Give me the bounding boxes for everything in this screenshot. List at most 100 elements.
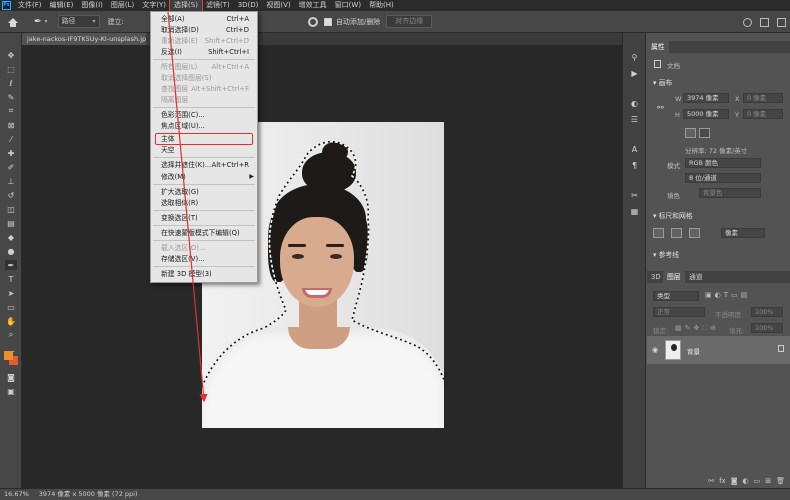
canvas-area[interactable] [22, 45, 622, 488]
menu-item-focus-area[interactable]: 焦点区域(U)... [151, 121, 257, 131]
guides-section-title[interactable]: ▾ 参考线 [653, 249, 679, 259]
checkbox-icon[interactable] [323, 17, 332, 26]
x-field[interactable]: 0 像素 [743, 93, 783, 103]
path-select-icon[interactable]: ➤ [5, 288, 17, 298]
menu-window[interactable]: 窗口(W) [331, 0, 365, 11]
hand-tool-icon[interactable]: ✋ [5, 316, 17, 326]
menu-item-quick-mask[interactable]: 在快速蒙版模式下编辑(Q) [151, 228, 257, 238]
shape-tool-icon[interactable]: ▭ [5, 302, 17, 312]
layer-kind-filter[interactable]: 类型 [653, 291, 699, 301]
menu-item-deselect-layers[interactable]: 取消选择图层(S) [151, 73, 257, 83]
chevron-down-icon[interactable]: ▾ [45, 18, 48, 25]
menu-view[interactable]: 视图(V) [262, 0, 294, 11]
menu-item-similar[interactable]: 选取相似(R) [151, 198, 257, 208]
lasso-tool-icon[interactable]: ℓ [5, 78, 17, 88]
fill-select[interactable]: 背景色 [699, 188, 761, 198]
brush-tool-icon[interactable]: ✐ [5, 162, 17, 172]
eye-icon[interactable]: ◉ [652, 346, 658, 354]
menu-item-load-selection[interactable]: 载入选区(O)... [151, 243, 257, 253]
move-tool-icon[interactable]: ✥ [5, 50, 17, 60]
healing-brush-icon[interactable]: ✚ [5, 148, 17, 158]
workspace-icon[interactable] [760, 17, 769, 27]
styles-icon[interactable]: ☰ [629, 115, 640, 125]
rulers-grids-section-title[interactable]: ▾ 标尺和网格 [653, 210, 693, 220]
menu-help[interactable]: 帮助(H) [365, 0, 398, 11]
menu-item-find-layers[interactable]: 查找图层 Alt+Shift+Ctrl+F [151, 84, 257, 94]
quick-select-tool-icon[interactable]: ✎ [5, 92, 17, 102]
filter-icons[interactable]: ▣◐T▭▤ [705, 291, 750, 299]
menu-item-color-range[interactable]: 色彩范围(C)... [151, 110, 257, 120]
actions-icon[interactable]: ▶ [629, 69, 640, 79]
tab-channels[interactable]: 通道 [685, 271, 707, 283]
dodge-tool-icon[interactable]: ● [5, 246, 17, 256]
menu-image[interactable]: 图像(I) [77, 0, 107, 11]
width-field[interactable]: 3974 像素 [683, 93, 729, 103]
menu-item-isolate-layers[interactable]: 隔离图层 [151, 95, 257, 105]
blur-tool-icon[interactable]: ◆ [5, 232, 17, 242]
menu-file[interactable]: 文件(F) [14, 0, 46, 11]
tool-presets-icon[interactable]: ✂ [629, 191, 640, 201]
menu-item-grow[interactable]: 扩大选取(G) [151, 187, 257, 197]
menu-filter[interactable]: 滤镜(T) [202, 0, 234, 11]
ruler-icon[interactable] [653, 228, 664, 238]
gear-icon[interactable] [307, 16, 318, 27]
foreground-color-swatch[interactable] [4, 351, 13, 360]
blend-mode-select[interactable]: 正常 [653, 307, 705, 317]
menu-type[interactable]: 文字(Y) [138, 0, 170, 11]
eyedropper-tool-icon[interactable]: ⁄ [5, 134, 17, 144]
mode-select[interactable]: RGB 颜色 [685, 158, 761, 168]
marquee-tool-icon[interactable]: ⬚ [5, 64, 17, 74]
clone-stamp-icon[interactable]: ⊥ [5, 176, 17, 186]
menu-item-select-and-mask[interactable]: 选择并遮住(K)... Alt+Ctrl+R [151, 160, 257, 170]
link-icon[interactable]: ⚯ [657, 103, 664, 112]
mask-icon[interactable]: ◙ [731, 477, 738, 485]
gradient-tool-icon[interactable]: ▤ [5, 218, 17, 228]
history-icon[interactable]: ⚲ [629, 53, 640, 63]
menu-select[interactable]: 选择(S) [169, 0, 203, 12]
pen-tool-icon[interactable]: ✒ [5, 260, 17, 270]
menu-edit[interactable]: 编辑(E) [46, 0, 78, 11]
home-icon[interactable] [8, 17, 18, 27]
path-mode-select[interactable]: 路径 ▾ [57, 15, 100, 28]
menu-3d[interactable]: 3D(D) [234, 0, 263, 11]
lock-icons[interactable]: ▦✎✥⛶⊕ [675, 324, 719, 333]
guides-icon[interactable] [689, 228, 700, 238]
share-icon[interactable] [777, 17, 786, 27]
quick-mask-icon[interactable]: ◙ [5, 372, 17, 382]
opacity-field[interactable]: 100% [751, 307, 783, 317]
menu-layer[interactable]: 图层(L) [107, 0, 138, 11]
fx-icon[interactable]: fx [719, 477, 726, 485]
paragraph-icon[interactable]: ¶ [629, 161, 640, 171]
tab-3d[interactable]: 3D [647, 271, 665, 283]
ruler-unit-select[interactable]: 像素 [721, 228, 765, 238]
menu-item-modify[interactable]: 修改(M) ▶ [151, 172, 257, 182]
trash-icon[interactable]: 🗑 [776, 477, 785, 485]
zoom-tool-icon[interactable]: ⌕ [5, 330, 17, 340]
y-field[interactable]: 0 像素 [743, 109, 783, 119]
menu-item-inverse[interactable]: 反选(I) Shift+Ctrl+I [151, 47, 257, 57]
new-layer-icon[interactable]: ⊞ [765, 477, 771, 485]
history-brush-icon[interactable]: ↺ [5, 190, 17, 200]
screen-mode-icon[interactable]: ▣ [5, 386, 17, 396]
auto-add-remove-label[interactable]: 自动添加/删除 [336, 17, 380, 27]
adjustment-layer-icon[interactable]: ◐ [743, 477, 749, 485]
portrait-orientation-button[interactable] [685, 128, 696, 138]
search-icon[interactable] [743, 17, 752, 27]
menu-item-transform-selection[interactable]: 变换选区(T) [151, 213, 257, 223]
align-edges-button[interactable]: 对齐边缘 [386, 15, 433, 28]
layer-row-background[interactable]: ◉ 背景 [647, 336, 790, 364]
menu-item-save-selection[interactable]: 存储选区(V)... [151, 254, 257, 264]
pen-tool-icon[interactable]: ✒ [34, 17, 42, 27]
document-tab[interactable]: jake-nackos-IF9TK5Uy-KI-unsplash.jpg @ [22, 33, 146, 45]
landscape-orientation-button[interactable] [699, 128, 710, 138]
frame-tool-icon[interactable]: ⊠ [5, 120, 17, 130]
link-layers-icon[interactable]: ⚯ [708, 477, 714, 485]
zoom-level[interactable]: 16.67% [0, 489, 29, 500]
menu-plugins[interactable]: 增效工具 [295, 0, 331, 11]
height-field[interactable]: 5000 像素 [683, 109, 729, 119]
menu-item-all-layers[interactable]: 所有图层(L) Alt+Ctrl+A [151, 62, 257, 72]
menu-item-deselect[interactable]: 取消选择(D) Ctrl+D [151, 25, 257, 35]
menu-item-reselect[interactable]: 重新选择(E) Shift+Ctrl+D [151, 36, 257, 46]
tab-layers[interactable]: 图层 [663, 271, 685, 283]
grid-icon[interactable] [671, 228, 682, 238]
